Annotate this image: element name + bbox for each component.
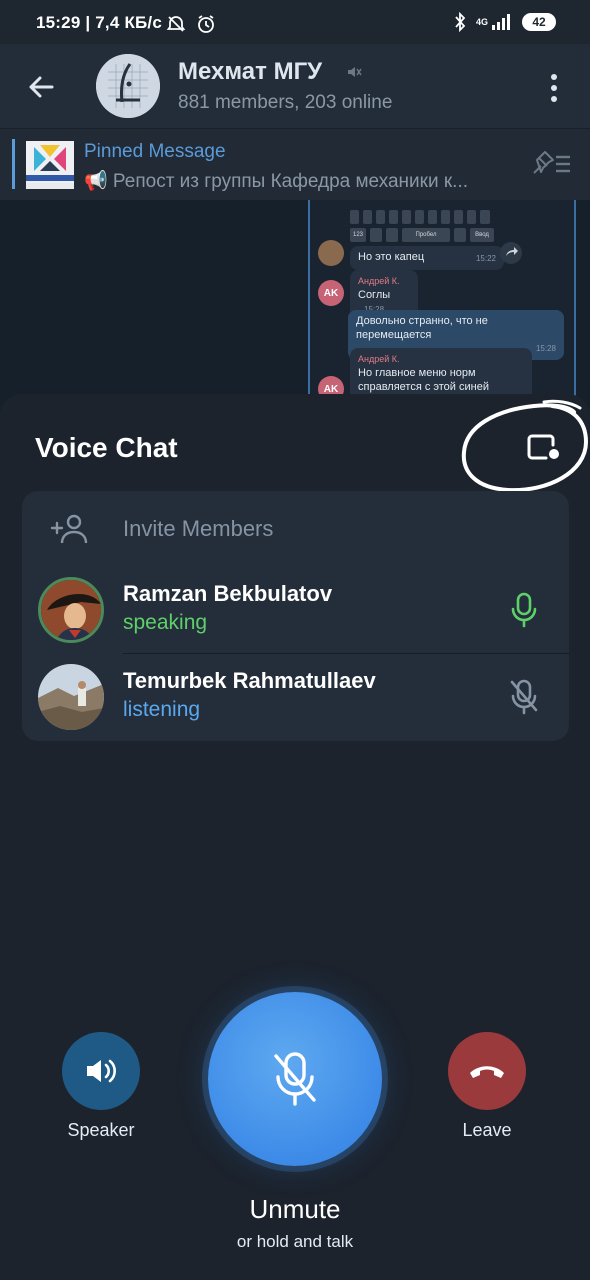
alarm-off-icon xyxy=(166,16,186,32)
unmute-label: Unmute xyxy=(249,1194,341,1224)
key xyxy=(415,210,424,224)
back-arrow-icon[interactable] xyxy=(24,70,58,104)
key xyxy=(350,210,359,224)
pinned-text: 📢 Репост из группы Кафедра механики к... xyxy=(84,171,469,192)
key xyxy=(389,210,398,224)
key xyxy=(386,228,398,242)
participant-row[interactable]: Temurbek Rahmatullaev listening xyxy=(22,654,569,740)
message-sender: Андрей К. xyxy=(358,276,400,286)
key xyxy=(376,210,385,224)
key xyxy=(454,210,463,224)
picture-in-picture-icon[interactable] xyxy=(526,432,562,464)
alarm-icon xyxy=(198,15,215,33)
key-enter: Ввод xyxy=(470,228,494,242)
invite-members-button[interactable]: Invite Members xyxy=(22,491,569,567)
network-type: 4G xyxy=(475,16,488,27)
key xyxy=(370,228,382,242)
group-logo-icon xyxy=(96,54,160,118)
signal-icon xyxy=(492,14,510,30)
key xyxy=(363,210,372,224)
pinned-title: Pinned Message xyxy=(84,141,226,162)
participant-name: Temurbek Rahmatullaev xyxy=(123,668,376,693)
microphone-muted-icon xyxy=(510,679,538,715)
message-sender: Андрей К. xyxy=(358,354,400,364)
bluetooth-icon xyxy=(455,12,466,32)
avatar xyxy=(38,664,104,730)
chat-subtitle: 881 members, 203 online xyxy=(178,92,393,113)
participant-name: Ramzan Bekbulatov xyxy=(123,581,333,606)
leave-label: Leave xyxy=(462,1120,512,1140)
speaker-button[interactable] xyxy=(62,1032,140,1110)
pinned-thumbnail xyxy=(26,141,74,189)
voice-chat-sheet: Voice Chat Invite Members Ramzan Bekbula… xyxy=(0,394,590,1280)
pinned-indicator xyxy=(12,139,15,189)
microphone-active-icon xyxy=(511,592,537,628)
avatar-image xyxy=(38,664,104,730)
chat-title[interactable]: Мехмат МГУ xyxy=(178,58,322,86)
key xyxy=(480,210,490,224)
participant-row[interactable]: Ramzan Bekbulatov speaking xyxy=(22,567,569,653)
key-123: 123 xyxy=(350,228,366,242)
voice-chat-title: Voice Chat xyxy=(35,432,178,463)
status-right: 4G 42 xyxy=(454,12,556,32)
message-text: Но это капец xyxy=(358,251,425,263)
pinned-image-icon xyxy=(26,141,74,189)
pinned-list-icon[interactable] xyxy=(530,149,572,179)
hang-up-icon xyxy=(470,1066,504,1078)
chat-header: Мехмат МГУ 881 members, 203 online xyxy=(0,44,590,128)
share-arrow-icon xyxy=(506,247,518,256)
status-bar: 15:29 | 7,4 КБ/с 4G 42 xyxy=(0,0,590,44)
message-text: Довольно странно, что не перемещается xyxy=(356,315,488,341)
sender-avatar xyxy=(318,240,344,266)
battery-indicator: 42 xyxy=(522,13,556,31)
hand-drawn-circle-annotation xyxy=(461,399,589,493)
unmute-button[interactable] xyxy=(208,992,382,1166)
hold-to-talk-hint: or hold and talk xyxy=(236,1232,354,1251)
status-time-speed: 15:29 | 7,4 КБ/с xyxy=(36,13,163,32)
avatar xyxy=(38,577,104,643)
invite-members-label: Invite Members xyxy=(123,516,274,541)
key xyxy=(441,210,450,224)
message-text: Соглы xyxy=(358,289,391,301)
muted-speaker-icon xyxy=(348,67,362,77)
add-person-icon xyxy=(50,514,88,544)
keyboard-preview: 123 Пробел Ввод xyxy=(350,204,494,244)
group-avatar[interactable] xyxy=(96,54,160,118)
key xyxy=(402,210,411,224)
chat-background: 123 Пробел Ввод Но это капец 15:22 AK Ан… xyxy=(0,200,590,410)
key xyxy=(467,210,476,224)
more-vert-icon[interactable] xyxy=(544,72,564,104)
avatar-image xyxy=(41,580,101,640)
shared-screenshot[interactable]: 123 Пробел Ввод Но это капец 15:22 AK Ан… xyxy=(308,200,576,410)
participants-panel: Invite Members Ramzan Bekbulatov speakin… xyxy=(22,491,569,741)
key xyxy=(454,228,466,242)
speaker-label: Speaker xyxy=(67,1120,135,1140)
participant-status: listening xyxy=(123,698,201,721)
chat-message: Но это капец 15:22 xyxy=(350,246,504,270)
key-space: Пробел xyxy=(402,228,450,242)
participant-status: speaking xyxy=(123,611,208,634)
microphone-muted-large-icon xyxy=(274,1052,316,1106)
key xyxy=(428,210,437,224)
sender-avatar-ak: AK xyxy=(318,280,344,306)
pinned-message-bar[interactable]: Pinned Message 📢 Репост из группы Кафедр… xyxy=(0,128,590,201)
share-button[interactable] xyxy=(500,242,522,264)
message-time: 15:22 xyxy=(475,254,496,263)
leave-button[interactable] xyxy=(448,1032,526,1110)
status-icons xyxy=(166,14,216,39)
speaker-icon xyxy=(87,1059,116,1083)
